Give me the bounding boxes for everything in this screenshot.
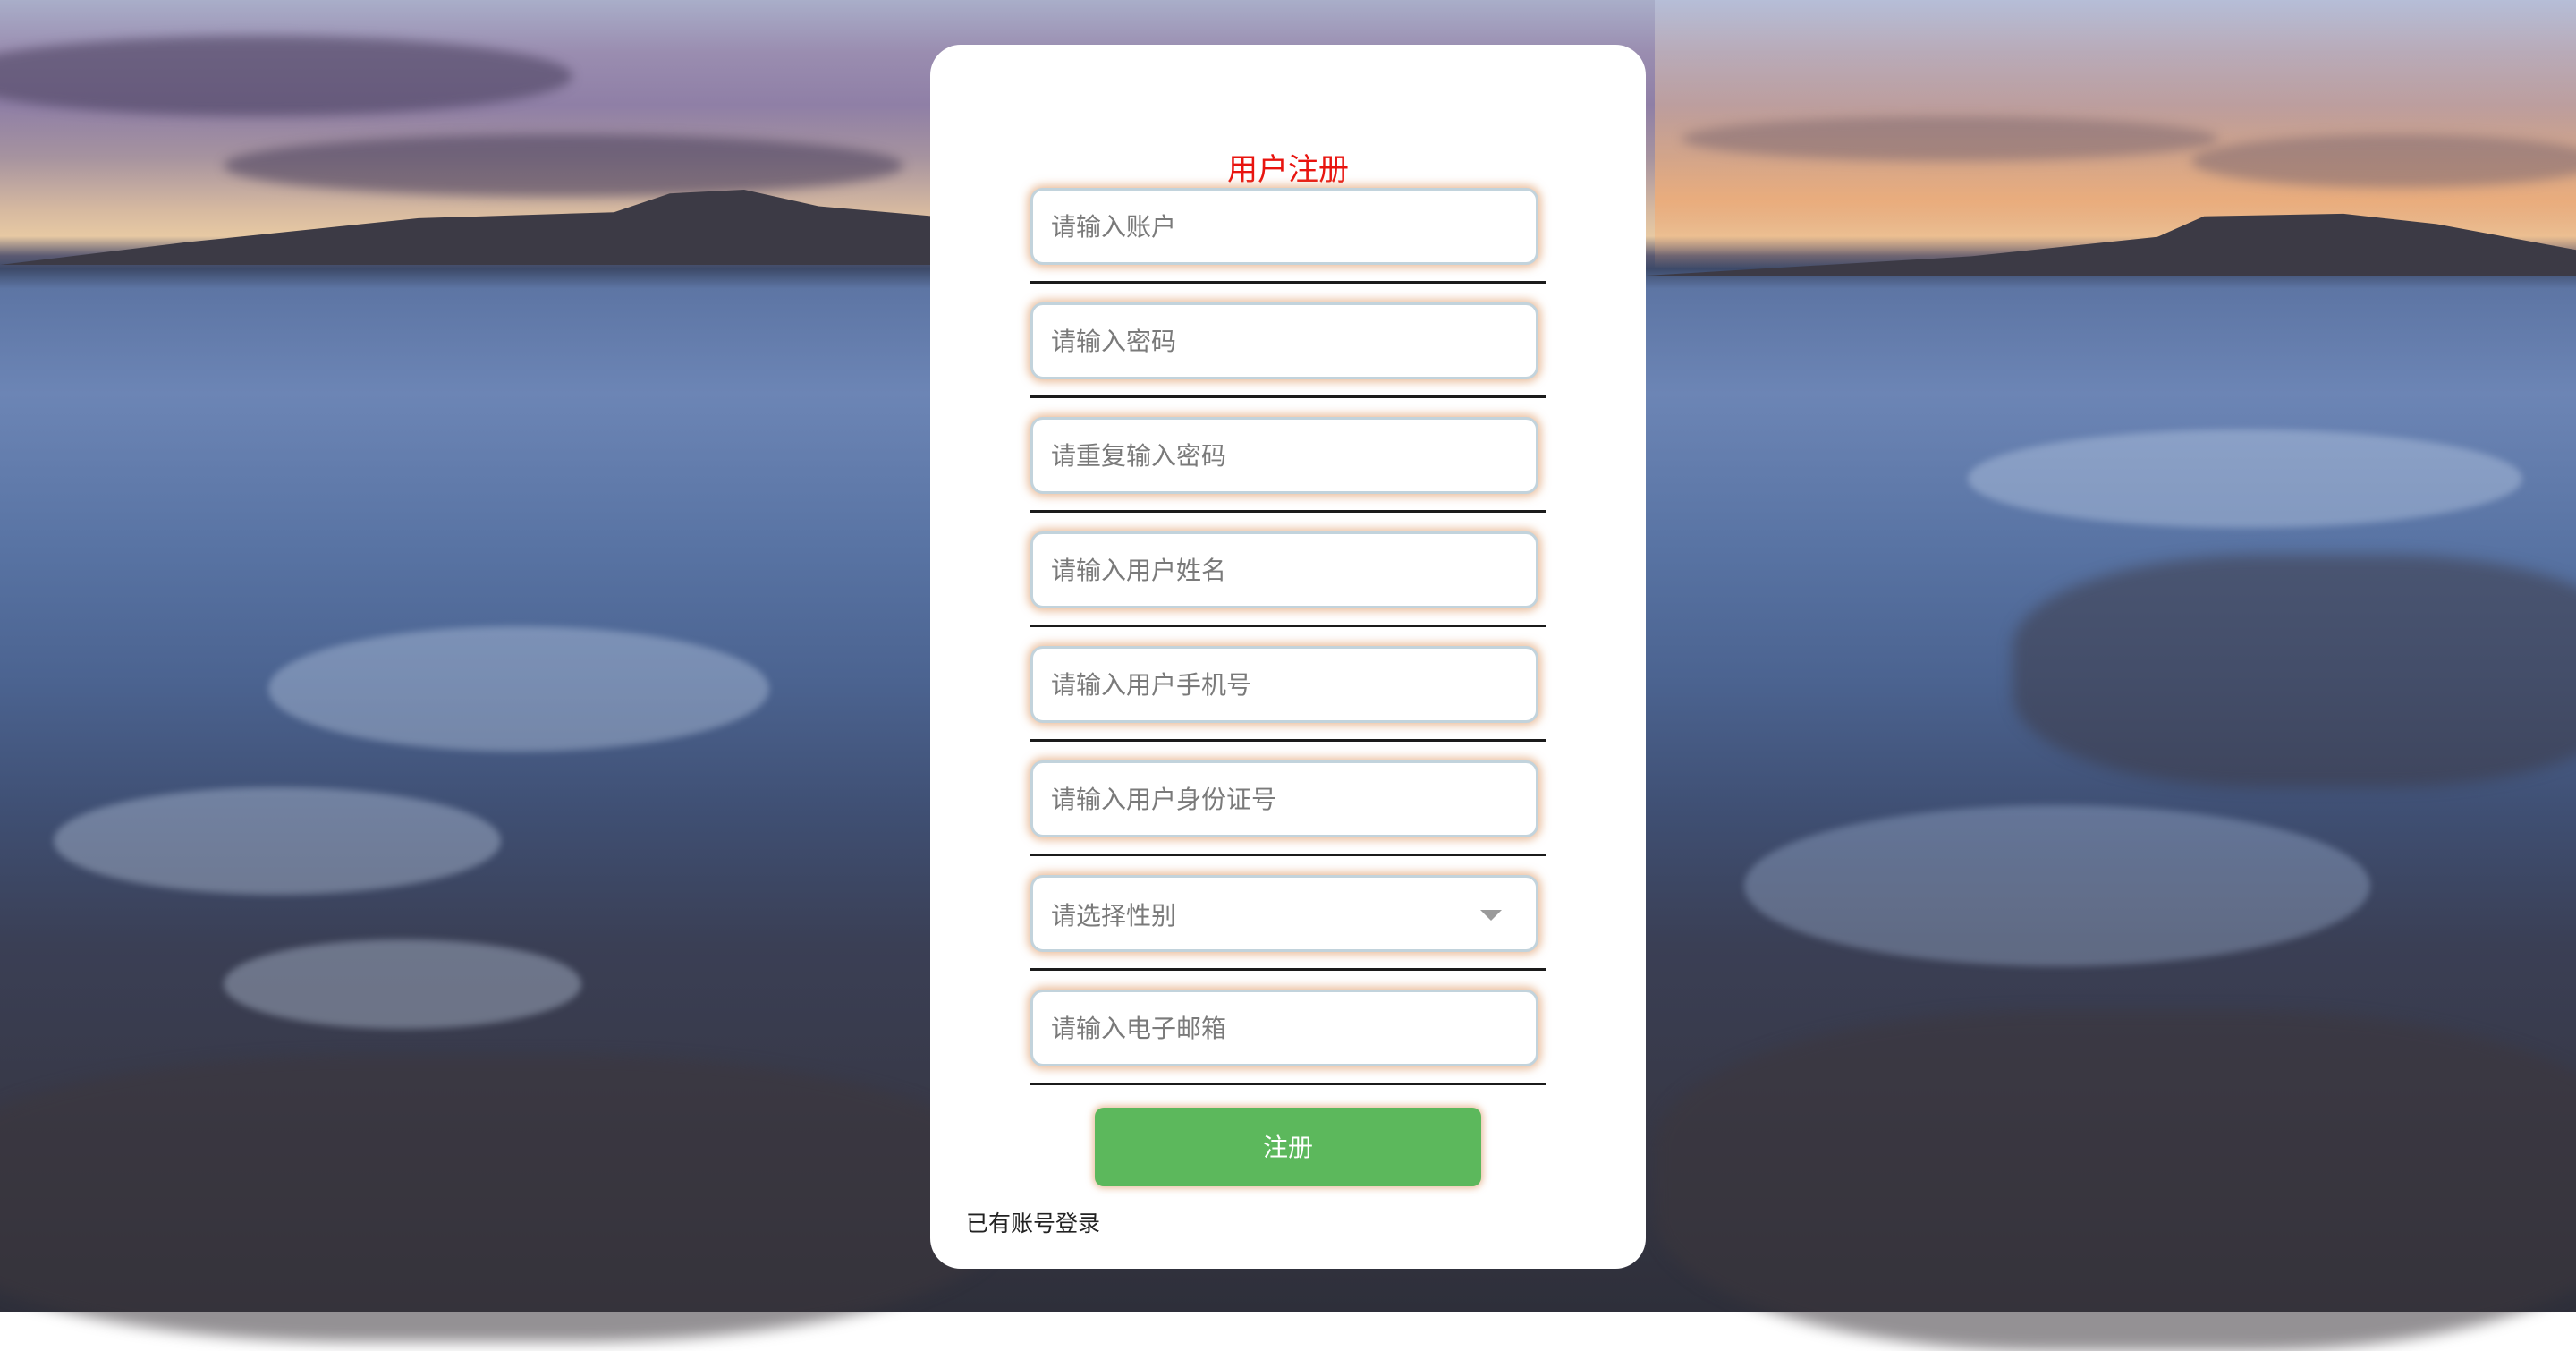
field-divider — [1030, 510, 1546, 513]
id-number-input[interactable] — [1033, 763, 1536, 835]
field-divider — [1030, 739, 1546, 742]
email-field-box — [1030, 990, 1538, 1066]
name-input[interactable] — [1033, 534, 1536, 606]
cloud-shape — [1682, 116, 2218, 161]
ice-patch — [224, 939, 581, 1029]
password-field-box — [1030, 302, 1538, 379]
chevron-down-icon — [1480, 910, 1502, 921]
phone-input[interactable] — [1033, 649, 1536, 720]
register-button[interactable]: 注册 — [1095, 1108, 1481, 1186]
account-field-box — [1030, 188, 1538, 265]
mud-patch — [1655, 1011, 2576, 1351]
password-input[interactable] — [1033, 305, 1536, 377]
gender-select[interactable]: 请选择性别 — [1030, 875, 1538, 952]
id-number-field-box — [1030, 760, 1538, 837]
cloud-shape — [224, 134, 903, 197]
ice-patch — [54, 787, 501, 895]
confirm-password-field-box — [1030, 417, 1538, 494]
mud-patch — [0, 1056, 1002, 1342]
phone-field-box — [1030, 646, 1538, 723]
field-divider — [1030, 1083, 1546, 1085]
ice-patch — [1968, 429, 2522, 528]
email-input[interactable] — [1033, 992, 1536, 1064]
gender-row: 请选择性别 — [1030, 875, 1546, 991]
name-row — [1030, 531, 1546, 648]
name-field-box — [1030, 531, 1538, 608]
email-row — [1030, 990, 1546, 1106]
id-number-row — [1030, 760, 1546, 877]
ice-patch — [1744, 805, 2370, 966]
gender-select-value: 请选择性别 — [1051, 901, 1177, 930]
field-divider — [1030, 854, 1546, 856]
account-row — [1030, 188, 1546, 304]
field-divider — [1030, 625, 1546, 627]
confirm-password-row — [1030, 417, 1546, 533]
password-row — [1030, 302, 1546, 419]
phone-row — [1030, 646, 1546, 762]
field-divider — [1030, 395, 1546, 398]
confirm-password-input[interactable] — [1033, 420, 1536, 491]
login-link[interactable]: 已有账号登录 — [966, 1206, 1100, 1238]
mud-patch — [2012, 555, 2576, 787]
field-divider — [1030, 968, 1546, 971]
register-card: 用户注册 请选择性别 — [930, 45, 1646, 1269]
form-title: 用户注册 — [1227, 152, 1349, 188]
ice-patch — [268, 626, 769, 752]
field-divider — [1030, 281, 1546, 284]
account-input[interactable] — [1033, 191, 1536, 262]
